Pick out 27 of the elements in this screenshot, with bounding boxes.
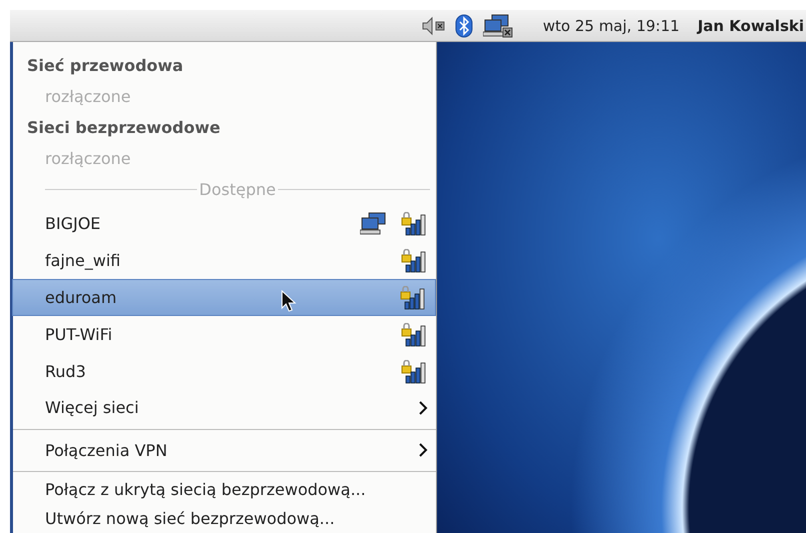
locked-signal-icon xyxy=(400,360,428,384)
locked-signal-icon xyxy=(400,248,428,273)
locked-signal-icon xyxy=(400,212,428,236)
submenu-item[interactable]: Połączenia VPN xyxy=(13,432,436,468)
connection-status: rozłączone xyxy=(44,86,132,108)
user-name[interactable]: Jan Kowalski xyxy=(698,16,804,34)
network-item[interactable]: fajne_wifi xyxy=(13,242,436,280)
section-label: Dostępne xyxy=(198,180,277,200)
network-item[interactable]: PUT-WiFi xyxy=(13,316,436,354)
bluetooth-icon[interactable] xyxy=(454,14,473,38)
locked-signal-icon xyxy=(399,286,427,310)
connection-status: rozłączone xyxy=(44,148,132,170)
section-heading: Sieci bezprzewodowe xyxy=(26,117,222,139)
network-item[interactable]: BIGJOE xyxy=(13,205,436,242)
menu-item[interactable]: Utwórz nową sieć bezprzewodową... xyxy=(13,504,436,533)
submenu-item[interactable]: Więcej sieci xyxy=(13,390,436,426)
chevron-right-icon xyxy=(418,400,428,416)
section-heading: Sieć przewodowa xyxy=(26,55,184,77)
muted-speaker-icon[interactable] xyxy=(420,16,445,36)
clock[interactable]: wto 25 maj, 19:11 xyxy=(542,16,680,34)
chevron-right-icon xyxy=(418,442,428,458)
mouse-pointer-icon xyxy=(281,290,297,312)
network-item[interactable]: Rud3 xyxy=(13,353,436,390)
network-computers-icon[interactable] xyxy=(482,14,513,38)
locked-signal-icon xyxy=(400,322,428,347)
menu-item[interactable]: Połącz z ukrytą siecią bezprzewodową... xyxy=(13,474,436,504)
network-item[interactable]: eduroam xyxy=(12,279,436,316)
